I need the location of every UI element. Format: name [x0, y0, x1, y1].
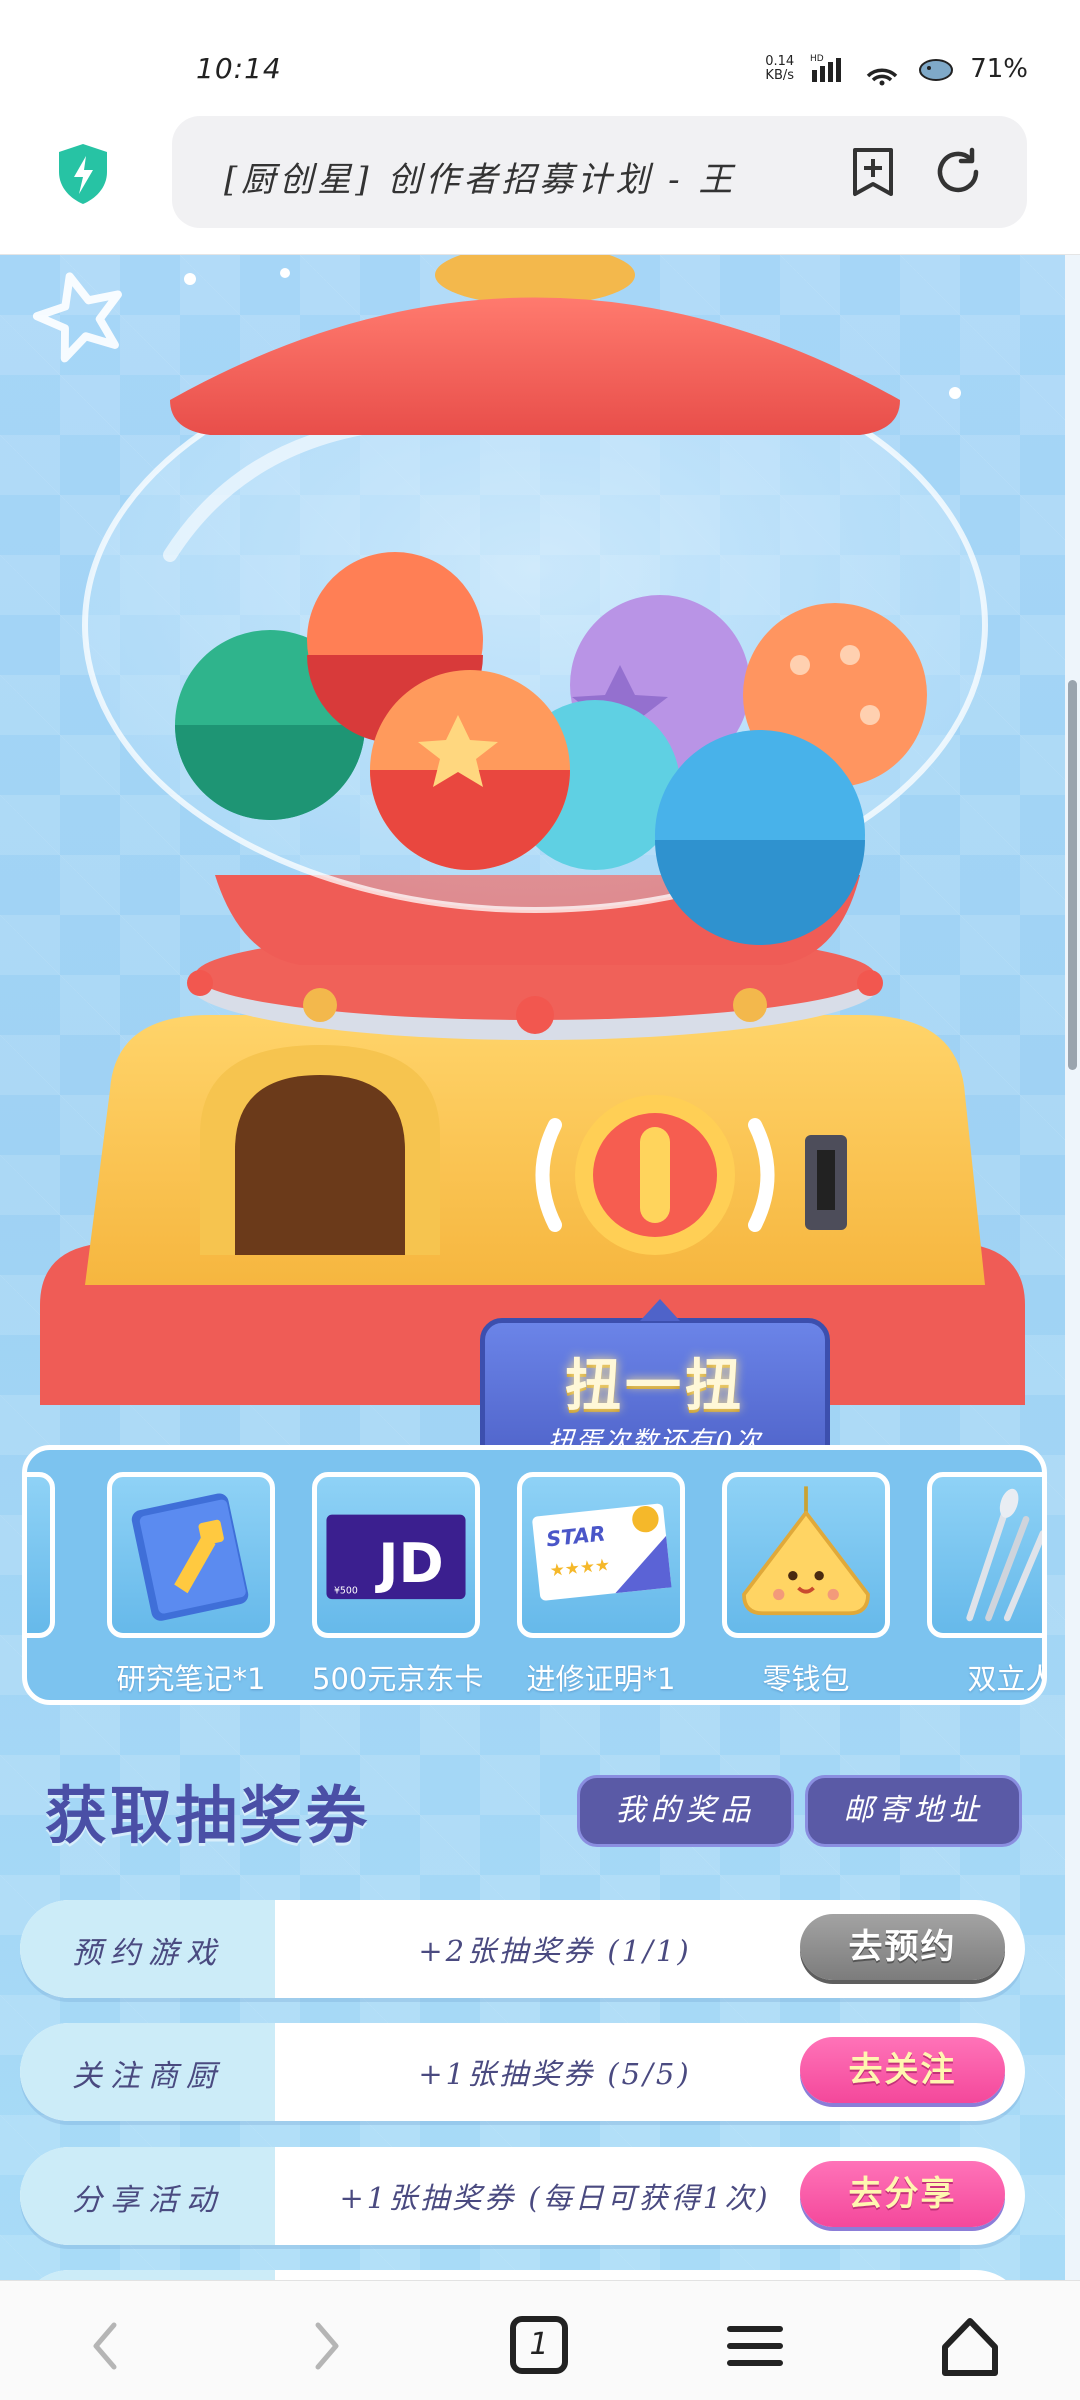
svg-text:HD: HD [810, 54, 824, 64]
status-icons: 0.14 KB/s HD 71% [765, 52, 1028, 86]
task-reward: +2张抽奖券 (1/1) [418, 1934, 692, 1968]
twist-button-label: 扭一扭 [565, 1354, 745, 1419]
task-label-bg: 预约游戏 [20, 1900, 289, 1998]
prize-label: 研究笔记*1 [116, 1662, 266, 1696]
net-speed-unit: KB/s [765, 68, 795, 83]
prize-item-partial-left [27, 1472, 55, 1638]
share-button[interactable]: 去分享 [800, 2161, 1005, 2227]
follow-button[interactable]: 去关注 [800, 2037, 1005, 2103]
prize-label: 零钱包 [762, 1662, 850, 1696]
task-row-follow: 关注商厨 +1张抽奖券 (5/5) 去关注 [20, 2023, 1025, 2121]
scrollbar-thumb[interactable] [1068, 680, 1077, 1070]
status-time: 10:14 [196, 52, 282, 85]
back-icon[interactable] [72, 2311, 142, 2381]
tabs-icon[interactable]: 1 [505, 2311, 575, 2381]
shield-icon[interactable] [55, 142, 111, 206]
task-name: 预约游戏 [72, 1936, 224, 1971]
home-icon[interactable] [935, 2311, 1005, 2381]
browser-toolbar: [厨创星] 创作者招募计划 - 王 [0, 110, 1080, 255]
reserve-button[interactable]: 去预约 [800, 1914, 1005, 1980]
cutlery-icon [927, 1472, 1042, 1638]
menu-icon[interactable] [720, 2311, 790, 2381]
prize-item-jd-card[interactable]: JD ¥500 500元京东卡 [312, 1472, 484, 1698]
hd-signal-icon: HD [810, 54, 842, 82]
gacha-machine-illustration [32, 255, 1025, 1405]
certificate-icon: STAR ★★★★ [517, 1472, 685, 1638]
prize-item-notebook[interactable]: 研究笔记*1 [107, 1472, 275, 1698]
task-label-bg [20, 2270, 289, 2280]
task-reward: +1张抽奖券 (每日可获得1次) [339, 2181, 771, 2215]
notebook-icon [107, 1472, 275, 1638]
task-row-partial [20, 2270, 1025, 2280]
prize-item-certificate[interactable]: STAR ★★★★ 进修证明*1 [517, 1472, 685, 1698]
tickets-section-title: 获取抽奖券 [45, 1779, 371, 1852]
wifi-icon [866, 68, 898, 86]
prize-item-cutlery[interactable]: 双立人 [927, 1472, 1047, 1698]
battery-level: 71% [970, 54, 1028, 84]
prize-label: 进修证明*1 [526, 1662, 676, 1696]
jd-card-icon: JD ¥500 [312, 1472, 480, 1638]
forward-icon[interactable] [290, 2311, 360, 2381]
battery-icon [919, 59, 954, 81]
task-row-reserve: 预约游戏 +2张抽奖券 (1/1) 去预约 [20, 1900, 1025, 1998]
prize-label: 500元京东卡 [312, 1662, 484, 1696]
task-label-bg: 分享活动 [20, 2147, 289, 2245]
net-speed: 0.14 KB/s [765, 55, 794, 83]
prize-label: 双立人 [967, 1662, 1047, 1696]
net-speed-value: 0.14 [765, 54, 795, 69]
tab-count: 1 [510, 2316, 568, 2374]
page-title[interactable]: [厨创星] 创作者招募计划 - 王 [224, 152, 844, 196]
web-page: 扭一扭 扭蛋次数还有0次 研究笔记*1 JD ¥500 500元京东卡 STAR… [0, 255, 1065, 2280]
prize-carousel[interactable]: 研究笔记*1 JD ¥500 500元京东卡 STAR ★★★★ 进修证明*1 … [22, 1445, 1047, 1705]
task-label-bg: 关注商厨 [20, 2023, 289, 2121]
refresh-icon[interactable] [932, 146, 984, 198]
svg-text:¥500: ¥500 [334, 1586, 358, 1597]
mail-address-button[interactable]: 邮寄地址 [805, 1775, 1022, 1847]
status-bar: 10:14 0.14 KB/s HD 71% [0, 0, 1080, 110]
scrollbar-track[interactable] [1065, 255, 1080, 2280]
coin-purse-icon [722, 1472, 890, 1638]
task-reward: +1张抽奖券 (5/5) [418, 2057, 692, 2091]
address-bar[interactable]: [厨创星] 创作者招募计划 - 王 [172, 116, 1027, 228]
my-prizes-button[interactable]: 我的奖品 [577, 1775, 794, 1847]
task-row-share: 分享活动 +1张抽奖券 (每日可获得1次) 去分享 [20, 2147, 1025, 2245]
browser-bottom-nav: 1 [0, 2280, 1080, 2400]
prize-item-coin-purse[interactable]: 零钱包 [722, 1472, 890, 1698]
task-name: 分享活动 [72, 2183, 224, 2218]
add-bookmark-icon[interactable] [847, 146, 899, 198]
svg-text:JD: JD [374, 1531, 444, 1595]
task-name: 关注商厨 [72, 2059, 224, 2094]
